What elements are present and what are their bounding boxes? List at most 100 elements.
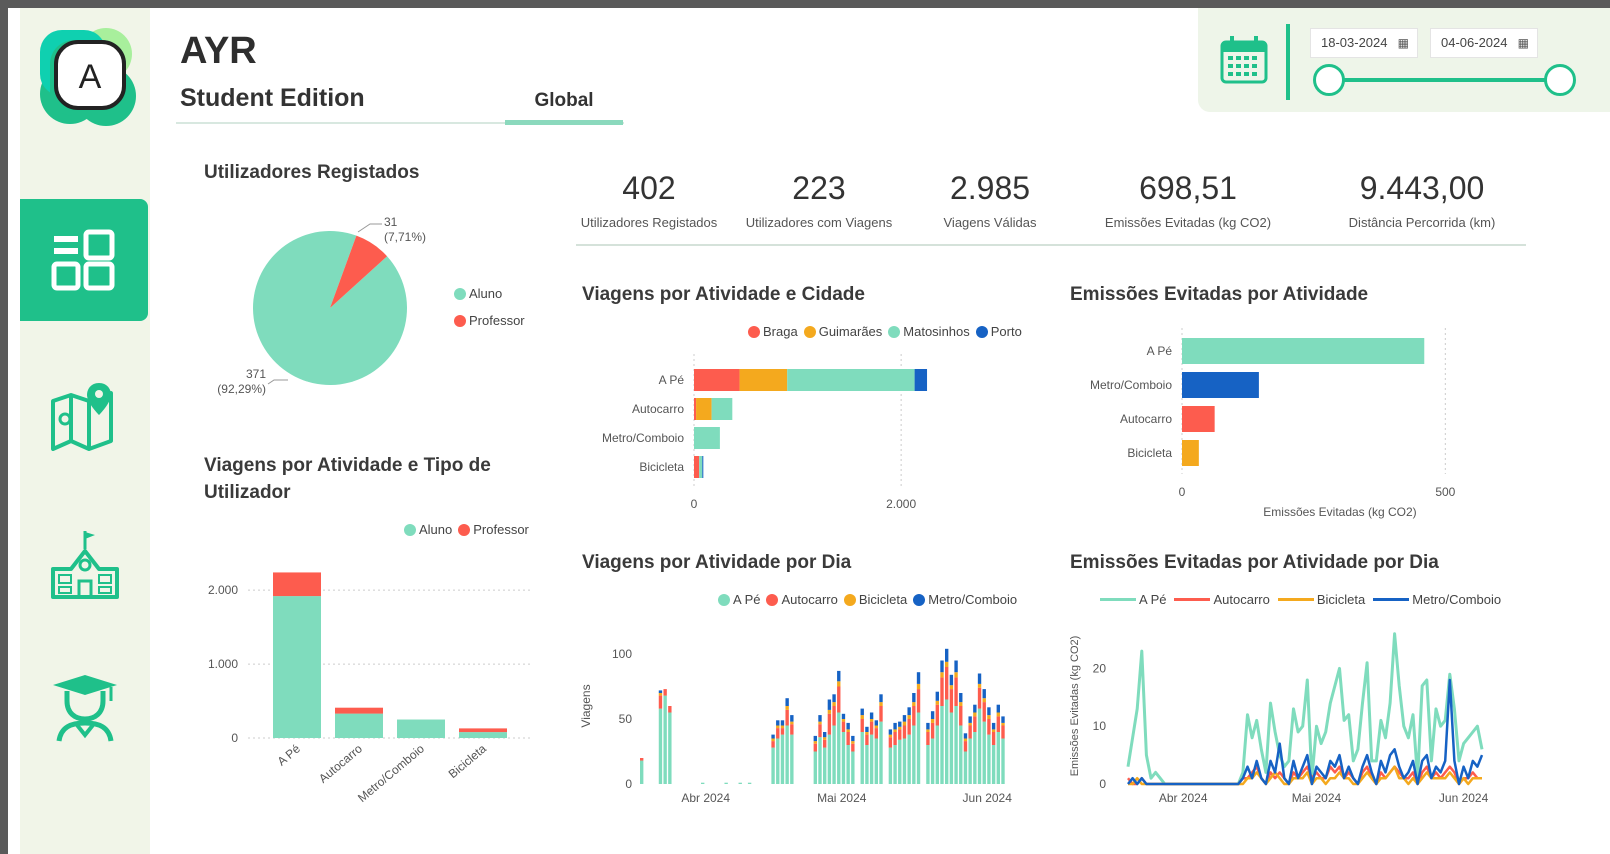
legend-label: Professor — [473, 522, 529, 537]
end-date-input[interactable]: 04-06-2024 ▦ — [1430, 28, 1538, 58]
y-tick-label: 0 — [625, 777, 632, 791]
tab-active-indicator — [505, 120, 623, 125]
legend-label: Matosinhos — [903, 324, 970, 339]
legend-label: Autocarro — [781, 592, 838, 607]
bar-segment — [888, 734, 893, 738]
nav-map[interactable] — [20, 354, 150, 476]
bar-segment — [902, 715, 907, 722]
date-slider-start-handle[interactable] — [1313, 64, 1345, 96]
bar-segment — [940, 677, 944, 706]
bar-segment — [813, 741, 817, 744]
legend-label: Metro/Comboio — [928, 592, 1018, 607]
bar-segment — [701, 782, 705, 784]
bar-segment — [694, 398, 697, 420]
app-logo: A — [36, 24, 140, 128]
bar-segment — [771, 734, 775, 739]
bar-segment — [865, 745, 869, 784]
bar-segment — [987, 719, 991, 735]
bar-segment — [907, 719, 911, 735]
users-pie-chart: 31(7,71%) 371(92,29%) — [217, 215, 426, 396]
bar-segment — [935, 725, 939, 784]
bar-segment — [968, 716, 972, 723]
bar-segment — [663, 695, 667, 784]
bar-segment — [273, 596, 321, 738]
dashboard-frame: A AYR Student Edition Global 18-03-2024 … — [8, 8, 1610, 854]
bar-segment — [1001, 738, 1005, 784]
nav-school[interactable] — [20, 504, 150, 626]
bar-segment — [668, 712, 672, 784]
y-tick-label: 10 — [1093, 719, 1107, 733]
legend-swatch — [454, 287, 466, 300]
end-date-value: 04-06-2024 — [1441, 35, 1508, 50]
bar-segment — [823, 732, 827, 738]
bar-segment — [658, 708, 663, 784]
x-tick-label: 0 — [1179, 485, 1186, 499]
bar-segment — [977, 683, 982, 688]
trips-user-type-chart: 0 1.000 2.000 A Pé AutocarroMetro/Comboio Bic… — [208, 572, 530, 805]
bar-segment — [935, 691, 939, 701]
bar-segment — [926, 729, 930, 732]
bar-segment — [879, 721, 883, 784]
bar-segment — [780, 720, 785, 726]
bar-segment — [977, 687, 982, 709]
bar-segment — [851, 743, 855, 752]
bar-segment — [860, 719, 864, 732]
bar-segment — [945, 661, 949, 667]
bar-segment — [898, 729, 902, 740]
x-tick-label: Autocarro — [316, 741, 365, 785]
bar-segment — [912, 706, 916, 726]
bar-segment — [459, 728, 507, 733]
bar-segment — [846, 722, 850, 730]
kpi-label: Emissões Evitadas (kg CO2) — [1104, 215, 1272, 230]
bar-segment — [776, 738, 780, 784]
bar-segment — [907, 734, 911, 784]
date-slider-track[interactable] — [1328, 78, 1560, 82]
bar-segment — [996, 716, 1000, 732]
bar-segment — [991, 732, 996, 745]
bar-segment — [851, 735, 855, 742]
users-pie-title: Utilizadores Registados — [204, 162, 420, 183]
bar-segment — [945, 667, 949, 700]
bar-segment — [991, 729, 996, 732]
x-axis-label: Emissões Evitadas (kg CO2) — [1263, 505, 1416, 519]
bar-segment — [776, 720, 780, 726]
bar-segment — [780, 734, 785, 784]
kpi-distance: 9.443,00 Distância Percorrida (km) — [1334, 170, 1510, 230]
bar-segment — [694, 456, 700, 478]
bar-segment — [888, 737, 893, 748]
bar-segment — [968, 725, 972, 739]
bar-segment — [658, 693, 663, 696]
nav-student[interactable] — [20, 646, 150, 768]
bar-segment — [702, 456, 704, 478]
bar-segment — [818, 724, 822, 738]
bar-segment — [785, 725, 789, 784]
bar-segment — [841, 719, 846, 722]
bar-segment — [739, 369, 788, 391]
bar-segment — [991, 745, 996, 784]
bar-segment — [949, 712, 954, 784]
x-tick-label: 0 — [691, 497, 698, 511]
legend-label: A Pé — [1139, 592, 1167, 607]
bar-segment — [832, 702, 836, 706]
bar-segment — [865, 726, 869, 732]
bar-segment — [959, 693, 963, 703]
bar-segment — [851, 741, 855, 744]
bar-segment — [837, 686, 841, 713]
nav-dashboard[interactable] — [20, 199, 148, 321]
svg-text:A: A — [79, 58, 102, 96]
bar — [1182, 406, 1215, 432]
legend-swatch — [454, 314, 466, 327]
bar-segment — [780, 725, 785, 729]
tab-global[interactable]: Global — [505, 90, 623, 112]
bar-segment — [879, 706, 883, 722]
date-slider-end-handle[interactable] — [1544, 64, 1576, 96]
y-tick-label: A Pé — [659, 373, 685, 387]
bar-segment — [869, 734, 874, 784]
dashboard-icon — [51, 229, 115, 291]
start-date-input[interactable]: 18-03-2024 ▦ — [1310, 28, 1418, 58]
kpi-label: Utilizadores com Viagens — [745, 215, 893, 230]
bar-segment — [982, 689, 986, 699]
bar-segment — [785, 706, 789, 710]
bar-segment — [987, 715, 991, 719]
bar-segment — [832, 694, 836, 703]
